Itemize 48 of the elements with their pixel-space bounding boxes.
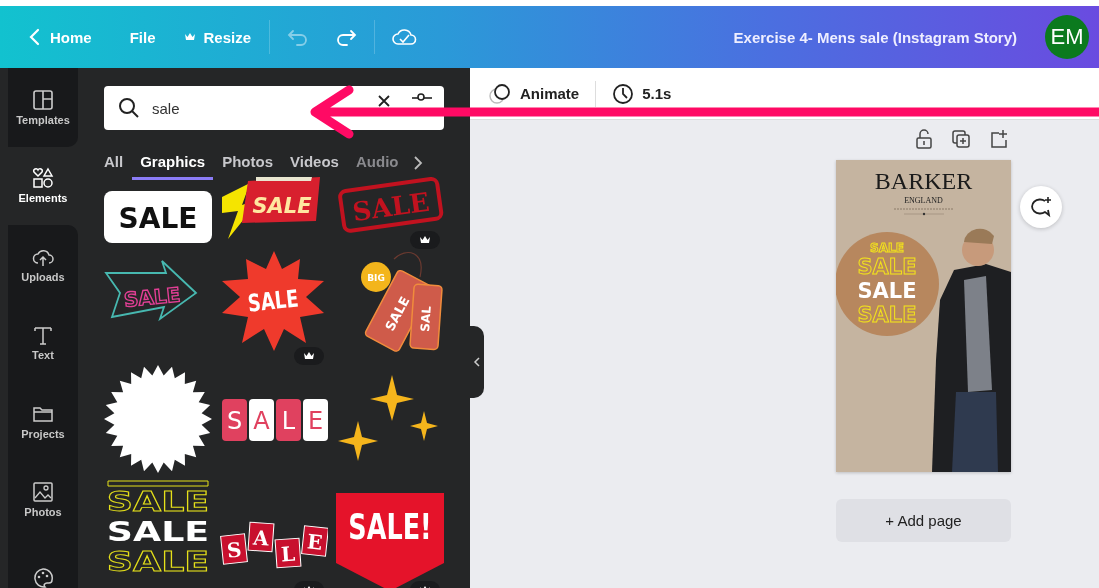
search-icon xyxy=(118,97,140,119)
animate-button[interactable]: Animate xyxy=(484,76,584,111)
sale-sticker-graphic[interactable]: SALE SALE SALE xyxy=(104,479,212,588)
add-page-icon[interactable] xyxy=(988,129,1009,149)
sale-text: SALE xyxy=(857,255,917,279)
add-page-button[interactable]: + Add page xyxy=(836,499,1011,542)
cloud-check-icon xyxy=(391,27,418,47)
sidebar-item[interactable]: Templates xyxy=(8,68,78,147)
sale-sticker-graphic[interactable]: S A L E xyxy=(220,363,328,475)
category-tab[interactable]: Graphics xyxy=(132,146,214,180)
text-icon xyxy=(32,324,54,347)
unlock-icon[interactable] xyxy=(914,129,933,149)
image-icon xyxy=(32,481,54,504)
filter-icon[interactable] xyxy=(410,92,434,102)
sale-sticker-graphic[interactable]: S A L E xyxy=(220,479,328,588)
starburst-graphic[interactable] xyxy=(104,363,212,475)
design-page[interactable]: BARKER ENGLAND SALE SALE SALE SALE xyxy=(836,160,1011,472)
back-icon xyxy=(28,27,42,47)
animate-icon xyxy=(488,82,512,105)
brand-origin: ENGLAND xyxy=(904,196,943,205)
sidebar-item[interactable]: Uploads xyxy=(8,225,78,304)
sale-text: SALE xyxy=(857,279,917,303)
user-avatar[interactable]: EM xyxy=(1045,15,1089,59)
palette-icon xyxy=(32,567,54,588)
add-comment-button[interactable] xyxy=(1020,186,1062,228)
shapes-icon xyxy=(32,167,54,190)
document-title[interactable]: Exercise 4- Mens sale (Instagram Story) xyxy=(733,28,1017,46)
comment-icon xyxy=(1029,196,1053,218)
sale-text: SALE xyxy=(857,303,917,327)
clear-icon[interactable] xyxy=(376,93,392,109)
category-tab[interactable]: Audio xyxy=(347,146,407,180)
clock-icon xyxy=(612,82,635,105)
layout-icon xyxy=(32,88,54,111)
collapse-handle[interactable] xyxy=(470,326,484,398)
brand-name: BARKER xyxy=(874,168,973,195)
redo-icon xyxy=(334,27,359,47)
category-tab[interactable]: Photos xyxy=(214,146,282,180)
chevron-right-icon[interactable] xyxy=(413,155,424,171)
category-tab[interactable]: All xyxy=(96,146,132,180)
sidebar-item[interactable]: Photos xyxy=(8,460,78,539)
sale-text: SALE xyxy=(870,241,904,255)
sidebar-item[interactable]: Projects xyxy=(8,382,78,461)
sale-sticker-graphic[interactable]: SALE xyxy=(104,247,212,359)
duplicate-icon[interactable] xyxy=(950,129,971,149)
duration-button[interactable]: 5.1s xyxy=(608,76,676,111)
sidebar-item[interactable]: Text xyxy=(8,303,78,382)
category-tab[interactable]: Videos xyxy=(282,146,347,180)
ornament-line xyxy=(893,206,954,216)
